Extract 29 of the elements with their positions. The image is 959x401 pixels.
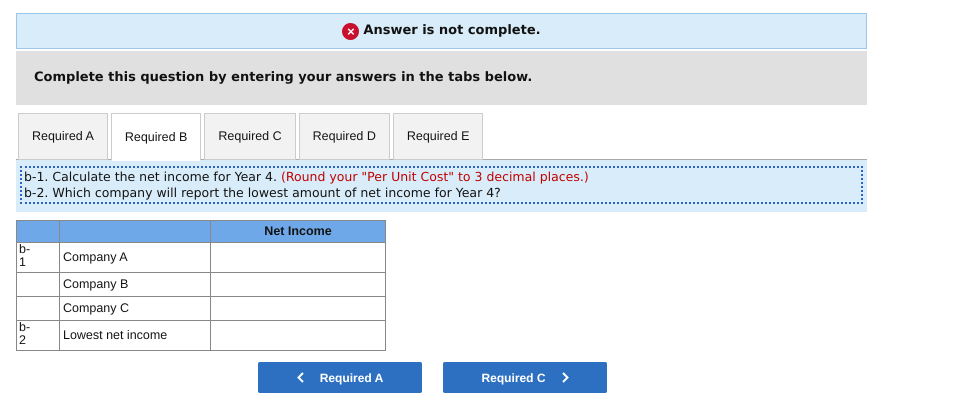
header-cell	[16, 220, 60, 242]
answer-cell[interactable]	[210, 242, 386, 272]
table-cell	[16, 296, 60, 320]
error-icon: ×	[342, 22, 360, 40]
tab[interactable]: Required A	[18, 113, 108, 160]
next-button[interactable]: Required C	[443, 362, 607, 393]
row-label: Company B	[60, 272, 210, 296]
row-label: Lowest net income	[60, 320, 210, 350]
rounding-note: (Round your "Per Unit Cost" to 3 decimal places.)	[280, 169, 589, 184]
chevron-right-icon	[562, 372, 568, 383]
previous-button[interactable]: Required A	[258, 362, 422, 393]
tab[interactable]: Required E	[392, 113, 484, 160]
tab[interactable]: Required C	[204, 113, 296, 160]
alert-message: Answer is not complete.	[363, 22, 541, 40]
answer-cell[interactable]	[210, 296, 386, 320]
instruction-text: b-2. Which company will report the lowest amount of net income for Year 4?	[24, 185, 501, 200]
tab[interactable]: Required B	[110, 113, 202, 161]
row-label: Company A	[60, 242, 210, 272]
tab[interactable]: Required D	[298, 113, 390, 160]
instruction-heading: Complete this question by entering your answers in the tabs below.	[34, 69, 532, 88]
row-label: Company C	[60, 296, 210, 320]
column-header: Net Income	[210, 220, 386, 242]
table-cell	[16, 272, 60, 296]
answer-cell[interactable]	[210, 272, 386, 296]
instruction-text: b-1. Calculate the net income for Year 4.	[24, 169, 277, 184]
chevron-left-icon	[296, 372, 304, 383]
row-number: b- 2	[16, 320, 60, 350]
answer-cell[interactable]	[210, 320, 386, 350]
row-number: b- 1	[16, 242, 60, 272]
